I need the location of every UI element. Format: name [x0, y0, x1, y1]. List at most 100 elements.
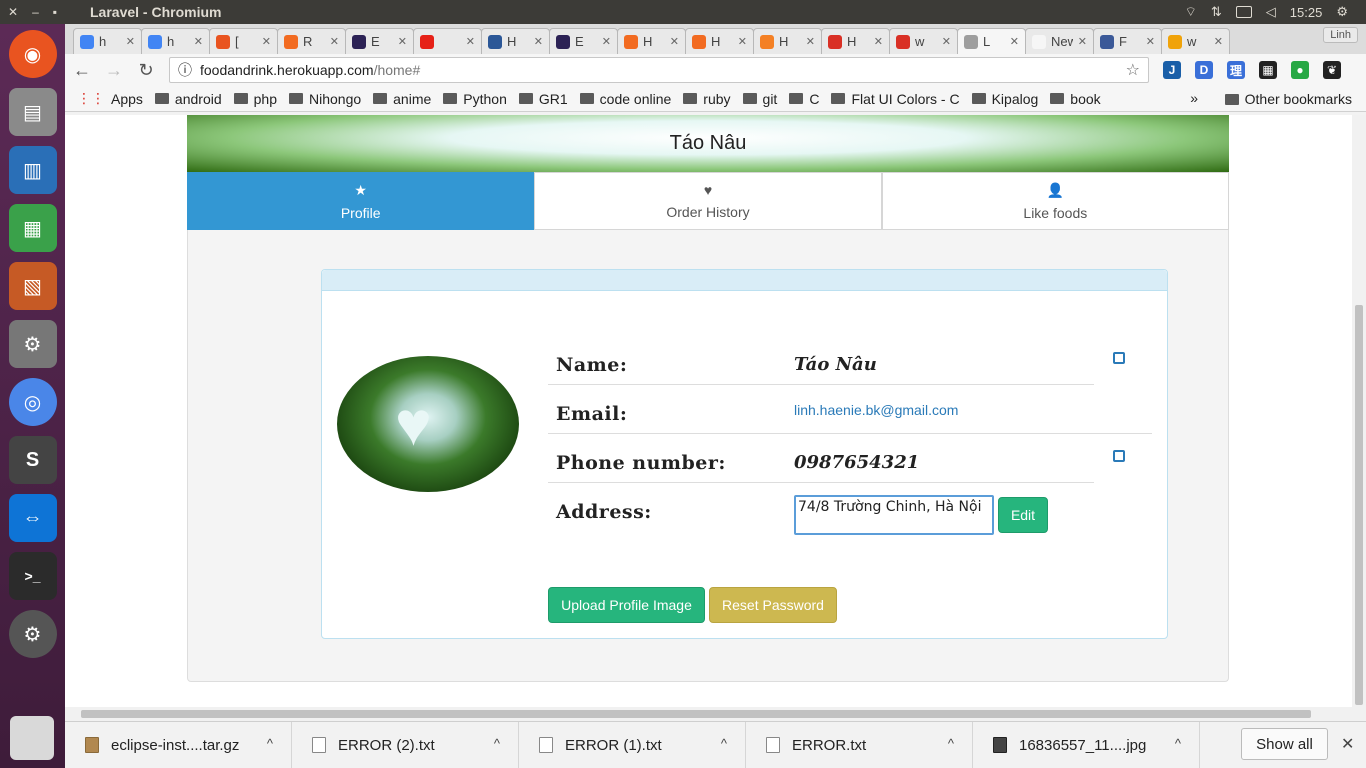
tab-close-icon[interactable]: ✕ [1146, 35, 1155, 48]
horizontal-scroll-thumb[interactable] [81, 710, 1311, 718]
download-options-caret-icon[interactable]: ^ [721, 736, 727, 751]
bookmark-item[interactable]: GR1 [518, 91, 568, 107]
forward-arrow-icon[interactable]: → [105, 60, 123, 81]
info-icon[interactable]: ⓘ [178, 60, 192, 80]
extension-icon[interactable]: J [1163, 61, 1181, 79]
bookmark-item[interactable]: android [154, 91, 222, 107]
tab-close-icon[interactable]: ✕ [602, 35, 611, 48]
browser-tab[interactable]: w ✕ [889, 28, 958, 54]
impress-icon[interactable]: ▧ [8, 262, 57, 310]
bookmark-item[interactable]: code online [579, 91, 671, 107]
extension-icon[interactable]: ● [1291, 61, 1309, 79]
browser-tab[interactable]: E ✕ [549, 28, 618, 54]
browser-tab[interactable]: h ✕ [141, 28, 210, 54]
transfer-icon[interactable]: ⇅ [1211, 4, 1222, 20]
calc-icon[interactable]: ▦ [8, 204, 57, 252]
tab-close-icon[interactable]: ✕ [874, 35, 883, 48]
software-updater-icon[interactable]: ⚙ [8, 610, 57, 658]
tab-profile[interactable]: ★ Profile [187, 172, 535, 230]
tab-close-icon[interactable]: ✕ [1214, 35, 1223, 48]
browser-tab[interactable]: R ✕ [277, 28, 346, 54]
address-bar[interactable]: ⓘ foodandrink.herokuapp.com/home# ☆ [169, 57, 1149, 83]
tab-close-icon[interactable]: ✕ [738, 35, 747, 48]
browser-tab[interactable]: H ✕ [685, 28, 754, 54]
edit-address-button[interactable]: Edit [998, 497, 1048, 533]
terminal-icon[interactable]: >_ [8, 552, 57, 600]
teamviewer-icon[interactable]: ⇔ [8, 494, 57, 542]
edit-name-icon[interactable] [1113, 352, 1125, 364]
vertical-scroll-thumb[interactable] [1355, 305, 1363, 705]
bookmark-item[interactable]: Kipalog [971, 91, 1038, 107]
files-icon[interactable]: ▤ [8, 88, 57, 136]
tab-close-icon[interactable]: ✕ [670, 35, 679, 48]
profile-badge[interactable]: Linh [1323, 27, 1358, 43]
tab-close-icon[interactable]: ✕ [534, 35, 543, 48]
download-item[interactable]: ERROR (2).txt ^ [292, 721, 519, 768]
tab-close-icon[interactable]: ✕ [466, 35, 475, 48]
extension-icon[interactable]: ❦ [1323, 61, 1341, 79]
chromium-icon[interactable]: ◎ [8, 378, 57, 426]
reset-password-button[interactable]: Reset Password [709, 587, 837, 623]
battery-icon[interactable] [1235, 6, 1252, 18]
window-close-button[interactable]: ✕ [8, 5, 18, 19]
bookmark-item[interactable]: Flat UI Colors - C [831, 91, 960, 107]
bookmark-item[interactable]: Nihongo [288, 91, 361, 107]
bookmark-item[interactable]: ruby [683, 91, 731, 107]
tab-close-icon[interactable]: ✕ [262, 35, 271, 48]
browser-tab[interactable]: H ✕ [481, 28, 550, 54]
ubuntu-dash-icon[interactable]: ◉ [8, 30, 57, 78]
bookmark-star-icon[interactable]: ☆ [1126, 60, 1140, 80]
browser-tab[interactable]: h ✕ [73, 28, 142, 54]
other-bookmarks[interactable]: Other bookmarks [1224, 86, 1352, 112]
show-all-downloads-button[interactable]: Show all [1241, 728, 1328, 760]
browser-tab[interactable]: H ✕ [617, 28, 686, 54]
bookmark-apps[interactable]: ⋮⋮ Apps [77, 90, 143, 107]
extension-icon[interactable]: D [1195, 61, 1213, 79]
browser-tab[interactable]: H ✕ [821, 28, 890, 54]
tab-close-icon[interactable]: ✕ [1010, 35, 1019, 48]
download-item[interactable]: eclipse-inst....tar.gz ^ [65, 721, 292, 768]
tab-close-icon[interactable]: ✕ [806, 35, 815, 48]
tab-close-icon[interactable]: ✕ [942, 35, 951, 48]
browser-tab[interactable]: E ✕ [345, 28, 414, 54]
tab-like-foods[interactable]: 👤 Like foods [881, 172, 1229, 230]
tab-close-icon[interactable]: ✕ [126, 35, 135, 48]
tab-close-icon[interactable]: ✕ [398, 35, 407, 48]
trash-icon[interactable] [10, 716, 54, 760]
tab-close-icon[interactable]: ✕ [1078, 35, 1087, 48]
settings-gear-icon[interactable]: ⚙ [1336, 4, 1348, 20]
email-link[interactable]: linh.haenie.bk@gmail.com [794, 402, 958, 418]
tab-order-history[interactable]: ♥ Order History [534, 172, 882, 230]
bookmark-item[interactable]: git [742, 91, 777, 107]
browser-tab[interactable]: H ✕ [753, 28, 822, 54]
bookmark-item[interactable]: book [1050, 91, 1101, 107]
volume-icon[interactable]: ◁ [1266, 4, 1276, 20]
bookmarks-more-chevron[interactable]: » [1190, 90, 1198, 106]
window-maximize-button[interactable]: ▪ [53, 5, 57, 19]
horizontal-scrollbar[interactable] [65, 707, 1352, 721]
tab-close-icon[interactable]: ✕ [194, 35, 203, 48]
tab-close-icon[interactable]: ✕ [330, 35, 339, 48]
vertical-scrollbar[interactable] [1352, 115, 1366, 721]
edit-phone-icon[interactable] [1113, 450, 1125, 462]
browser-tab[interactable]: [✕ [209, 28, 278, 54]
system-settings-icon[interactable]: ⚙ [8, 320, 57, 368]
reload-icon[interactable]: ↻ [137, 60, 155, 81]
close-shelf-icon[interactable]: ✕ [1341, 734, 1354, 754]
bookmark-item[interactable]: Python [443, 91, 507, 107]
extension-icon[interactable]: 理 [1227, 61, 1245, 79]
download-options-caret-icon[interactable]: ^ [948, 736, 954, 751]
browser-tab[interactable]: F ✕ [1093, 28, 1162, 54]
browser-tab[interactable]: ✕ [413, 28, 482, 54]
bookmark-item[interactable]: C [789, 91, 819, 107]
sublime-text-icon[interactable]: S [8, 436, 57, 484]
upload-profile-image-button[interactable]: Upload Profile Image [548, 587, 705, 623]
back-arrow-icon[interactable]: ← [73, 60, 91, 81]
download-item[interactable]: ERROR (1).txt ^ [519, 721, 746, 768]
extension-icon[interactable]: ▦ [1259, 61, 1277, 79]
address-textarea[interactable]: 74/8 Trường Chinh, Hà Nội [794, 495, 994, 535]
bookmark-item[interactable]: php [233, 91, 277, 107]
browser-tab[interactable]: L ✕ [957, 28, 1026, 54]
download-item[interactable]: ERROR.txt ^ [746, 721, 973, 768]
browser-tab[interactable]: New ✕ [1025, 28, 1094, 54]
